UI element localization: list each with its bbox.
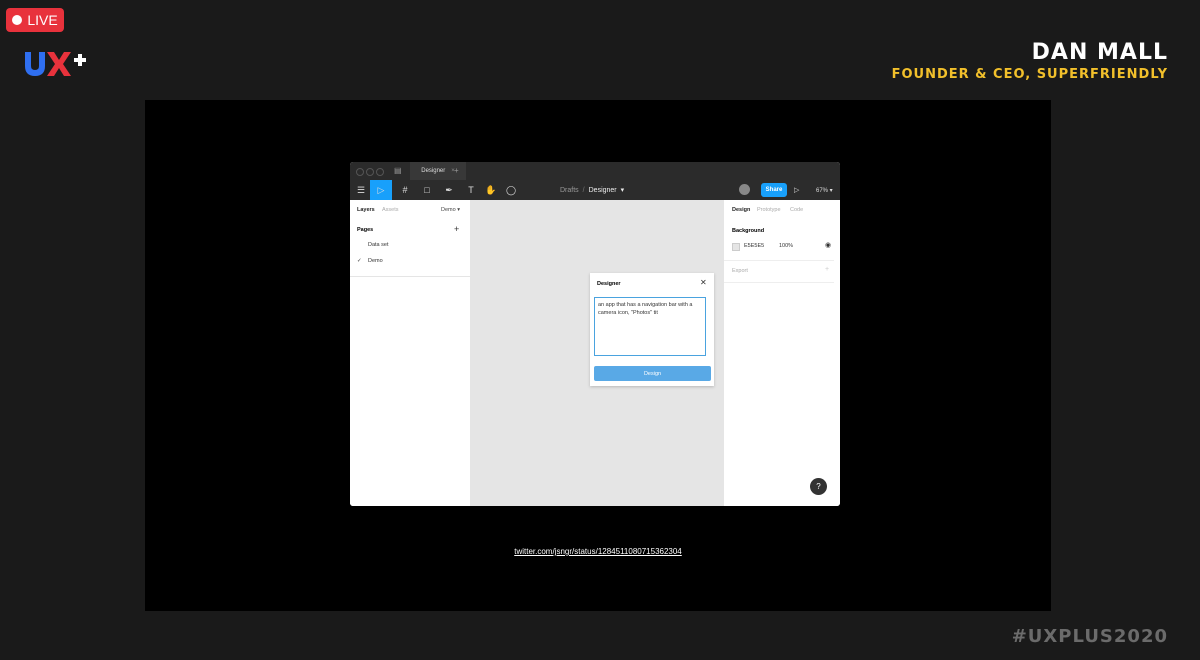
close-window-icon[interactable]	[356, 168, 364, 176]
comment-tool-icon[interactable]: ◯	[500, 180, 522, 200]
tab-design[interactable]: Design	[732, 207, 750, 213]
present-play-icon[interactable]: ▷	[794, 180, 799, 200]
tab-label: Designer	[421, 168, 446, 174]
page-item-data-set[interactable]: Data set	[357, 238, 409, 252]
close-icon[interactable]: ✕	[700, 278, 707, 287]
divider	[724, 282, 834, 283]
add-export-icon[interactable]: +	[825, 266, 829, 273]
add-page-icon[interactable]: +	[454, 224, 459, 234]
breadcrumb: Drafts / Designer ▾	[560, 180, 624, 200]
page-select[interactable]: Demo ▾	[441, 207, 460, 213]
toolbar: ☰ ▷ # □ ✒ T ✋ ◯ Drafts / Designer ▾ Shar…	[350, 180, 840, 200]
speaker-lower-third: DAN MALL FOUNDER & CEO, SUPERFRIENDLY	[892, 40, 1168, 82]
shape-tool-icon[interactable]: □	[416, 180, 438, 200]
frame-tool-icon[interactable]: #	[394, 180, 416, 200]
export-heading: Export	[732, 268, 748, 274]
avatar[interactable]	[739, 184, 750, 195]
tab-assets[interactable]: Assets	[382, 207, 399, 213]
ux-plus-logo	[25, 52, 86, 76]
eye-icon[interactable]: ◉	[825, 241, 831, 249]
live-badge: LIVE	[6, 8, 64, 32]
minimize-window-icon[interactable]	[366, 168, 374, 176]
pen-tool-icon[interactable]: ✒	[438, 180, 460, 200]
background-opacity-field[interactable]: 100%	[779, 243, 793, 249]
page-label: Demo	[368, 258, 383, 264]
tab-prototype[interactable]: Prototype	[757, 207, 781, 213]
properties-panel: Design Prototype Code Background E5E5E5 …	[723, 200, 840, 506]
divider	[350, 276, 470, 277]
layers-panel: Layers Assets Demo ▾ Pages + Data set ✓ …	[350, 200, 471, 506]
zoom-level[interactable]: 67% ▾	[816, 180, 833, 200]
breadcrumb-file[interactable]: Designer	[589, 187, 617, 194]
breadcrumb-separator: /	[582, 186, 585, 194]
design-button[interactable]: Design	[594, 366, 711, 381]
help-button[interactable]: ?	[810, 478, 827, 495]
designer-plugin-dialog: Designer ✕ an app that has a navigation …	[590, 273, 714, 386]
speaker-role: FOUNDER & CEO, SUPERFRIENDLY	[891, 67, 1168, 82]
prompt-textarea[interactable]: an app that has a navigation bar with a …	[594, 297, 706, 356]
background-color-swatch[interactable]	[732, 243, 740, 251]
speaker-name: DAN MALL	[1031, 40, 1168, 65]
tab-code[interactable]: Code	[790, 207, 803, 213]
move-tool-icon[interactable]: ▷	[370, 180, 392, 200]
page-label: Data set	[368, 242, 389, 248]
page-item-demo[interactable]: ✓ Demo	[357, 254, 409, 268]
divider	[724, 260, 834, 261]
menu-icon[interactable]: ☰	[350, 180, 372, 200]
file-icon[interactable]: ▤	[394, 166, 402, 175]
hand-tool-icon[interactable]: ✋	[480, 180, 502, 200]
live-dot-icon	[12, 15, 23, 25]
background-hex-field[interactable]: E5E5E5	[744, 243, 764, 249]
checkmark-icon: ✓	[357, 258, 362, 264]
tweet-link[interactable]: twitter.com/jsngr/status/128451108071536…	[145, 547, 1051, 556]
figma-window: ▤ Designer × + ☰ ▷ # □ ✒ T ✋ ◯ Drafts / …	[350, 162, 840, 506]
dialog-title: Designer	[597, 281, 621, 287]
title-bar: ▤ Designer × +	[350, 162, 840, 180]
design-canvas[interactable]: Designer ✕ an app that has a navigation …	[470, 200, 723, 506]
new-tab-icon[interactable]: +	[454, 166, 459, 175]
live-label: LIVE	[27, 12, 58, 28]
background-heading: Background	[732, 228, 765, 234]
pages-heading: Pages	[357, 227, 374, 233]
presentation-slide: ▤ Designer × + ☰ ▷ # □ ✒ T ✋ ◯ Drafts / …	[145, 100, 1051, 611]
share-button[interactable]: Share	[761, 183, 787, 197]
event-hashtag: #UXPLUS2020	[1011, 626, 1168, 647]
tab-layers[interactable]: Layers	[357, 207, 375, 213]
maximize-window-icon[interactable]	[376, 168, 384, 176]
text-tool-icon[interactable]: T	[460, 180, 482, 200]
breadcrumb-project[interactable]: Drafts	[560, 187, 579, 194]
chevron-down-icon[interactable]: ▾	[621, 186, 625, 194]
